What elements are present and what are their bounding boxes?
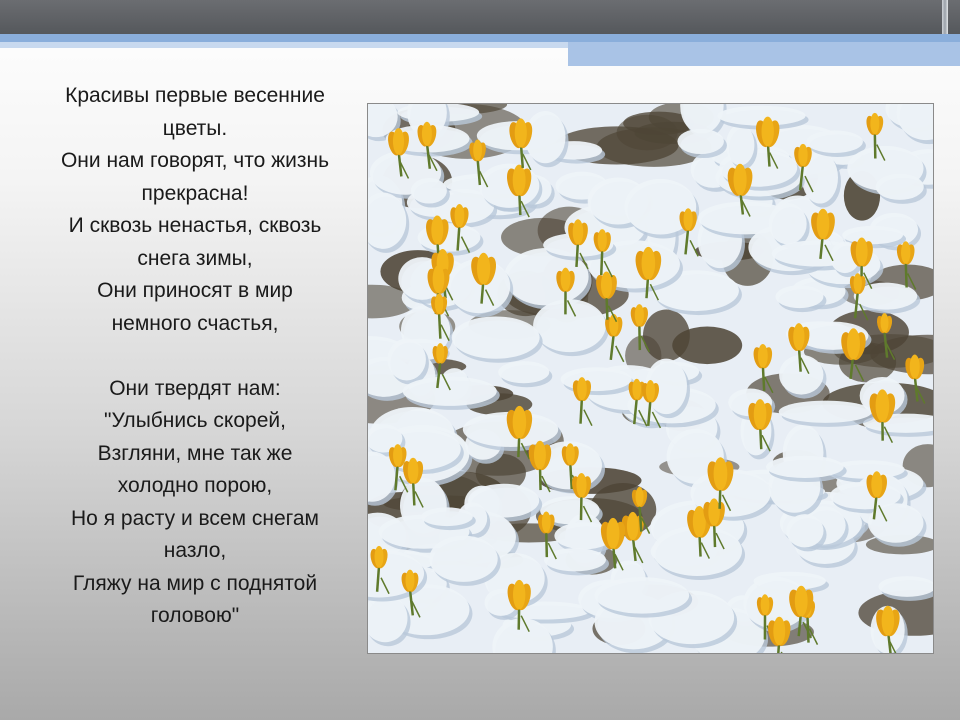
accent-stripe [0,34,960,42]
poem-line: прекрасна! [141,181,249,205]
poem-line: головою" [150,604,240,627]
poem-text: Красивы первые весенние цветы. Они нам г… [40,80,350,633]
poem-line: Взгляни, мне так же [97,441,293,465]
poem-line: назло, [163,539,227,562]
poem-line: Но я расту и всем снегам [71,506,319,530]
crocus-photo [367,103,934,654]
poem-line: Они твердят нам: [109,376,281,400]
crocus-photo-illustration [368,104,933,653]
poem-line: немного счастья, [111,311,279,335]
poem-line: Они нам говорят, что жизнь [60,149,330,172]
accent-stripe-light [0,42,568,48]
poem-line: Гляжу на мир с поднятой [72,571,318,595]
poem-line: цветы. [162,116,228,140]
accent-block [568,42,960,66]
poem-line: И сквозь ненастья, сквозь [68,214,322,237]
poem-line: холодно порою, [117,474,273,497]
poem-line: Они приносят в мир [97,279,293,302]
top-bar [0,0,960,34]
stanza-gap [40,340,350,373]
poem-line: Красивы первые весенние [65,84,325,107]
poem-line: "Улыбнись скорей, [104,409,286,432]
poem-line: снега зимы, [137,246,253,270]
